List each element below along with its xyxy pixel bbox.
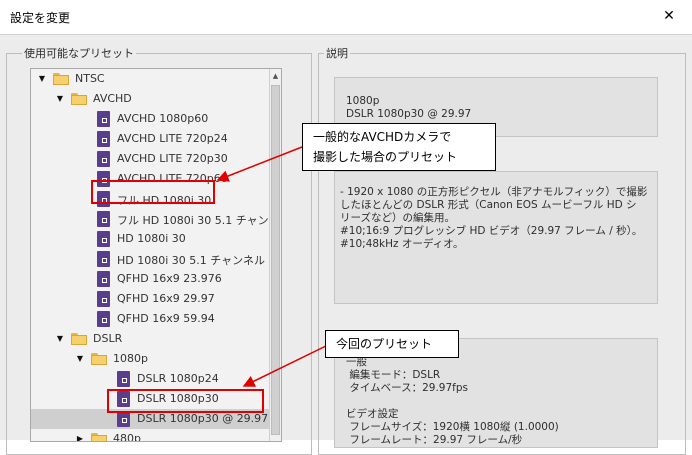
preset-icon bbox=[97, 231, 110, 247]
scroll-thumb[interactable] bbox=[271, 85, 280, 435]
title-bar: 設定を変更 ✕ bbox=[0, 0, 692, 35]
folder-icon bbox=[71, 93, 87, 105]
tree-item-label: DSLR 1080p30 @ 29.97 bbox=[137, 412, 269, 425]
preset-tree[interactable]: ▼ NTSC ▼ AVCHD AVCHD 1080p60 AVCHD LITE 720p2… bbox=[30, 68, 282, 442]
preset-icon bbox=[97, 131, 110, 147]
tree-item-label: AVCHD bbox=[93, 92, 132, 105]
preset-icon bbox=[97, 151, 110, 167]
tree-item-label: NTSC bbox=[75, 72, 105, 85]
tree-item-label: DSLR bbox=[93, 332, 123, 345]
tree-preset-row[interactable]: HD 1080i 30 5.1 チャンネル bbox=[31, 249, 269, 269]
description-group-label: 説明 bbox=[324, 45, 350, 61]
folder-icon bbox=[91, 433, 107, 441]
tree-preset-row[interactable]: AVCHD LITE 720p24 bbox=[31, 129, 269, 149]
preset-icon bbox=[97, 251, 110, 267]
preset-icon bbox=[117, 371, 130, 387]
tree-item-label: 480p bbox=[113, 432, 141, 442]
tree-item-label: HD 1080i 30 5.1 チャンネル bbox=[117, 254, 265, 267]
description-settings: 一般 編集モード：DSLR タイムベース：29.97fps ビデオ設定 フレーム… bbox=[346, 356, 559, 446]
tree-item-label: QFHD 16x9 29.97 bbox=[117, 292, 215, 305]
avchd-preset-callout: 一般的なAVCHDカメラで 撮影した場合のプリセット bbox=[302, 123, 496, 171]
tree-folder-row[interactable]: ▼ 1080p bbox=[31, 349, 269, 369]
tree-folder-row[interactable]: ▼ AVCHD bbox=[31, 89, 269, 109]
tree-item-label: AVCHD 1080p60 bbox=[117, 112, 209, 125]
expand-arrow-icon[interactable]: ▼ bbox=[55, 334, 65, 344]
tree-preset-row[interactable]: QFHD 16x9 29.97 bbox=[31, 289, 269, 309]
tree-preset-row[interactable]: AVCHD 1080p60 bbox=[31, 109, 269, 129]
preset-icon bbox=[97, 291, 110, 307]
tree-item-label: AVCHD LITE 720p24 bbox=[117, 132, 228, 145]
expand-arrow-icon[interactable]: ▼ bbox=[37, 74, 47, 84]
preset-icon bbox=[97, 271, 110, 287]
tree-preset-row[interactable]: フル HD 1080i 30 5.1 チャンネル bbox=[31, 209, 281, 229]
expand-arrow-icon[interactable]: ▼ bbox=[55, 94, 65, 104]
tree-item-label: QFHD 16x9 23.976 bbox=[117, 272, 222, 285]
close-icon[interactable]: ✕ bbox=[658, 5, 680, 27]
folder-icon bbox=[71, 333, 87, 345]
window-title: 設定を変更 bbox=[10, 11, 71, 25]
preset-icon bbox=[97, 211, 110, 227]
tree-item-label: HD 1080i 30 bbox=[117, 232, 186, 245]
preset-icon bbox=[97, 311, 110, 327]
description-summary: 1080p DSLR 1080p30 @ 29.97 bbox=[346, 95, 472, 120]
tree-folder-row[interactable]: ▼ NTSC bbox=[31, 69, 269, 89]
avchd-highlight-box bbox=[91, 180, 215, 204]
current-preset-callout: 今回のプリセット bbox=[325, 330, 459, 358]
description-details: - 1920 x 1080 の正方形ピクセル（非アナモルフィック）で撮影 したほ… bbox=[340, 186, 648, 250]
folder-icon bbox=[53, 73, 69, 85]
tree-item-label: QFHD 16x9 59.94 bbox=[117, 312, 215, 325]
tree-preset-row[interactable]: QFHD 16x9 23.976 bbox=[31, 269, 269, 289]
folder-icon bbox=[91, 353, 107, 365]
tree-item-label: 1080p bbox=[113, 352, 148, 365]
presets-group-label: 使用可能なプリセット bbox=[22, 45, 136, 61]
tree-item-label: DSLR 1080p24 bbox=[137, 372, 219, 385]
collapse-arrow-icon[interactable]: ▶ bbox=[75, 434, 85, 441]
tree-preset-row[interactable]: DSLR 1080p24 bbox=[31, 369, 269, 389]
tree-preset-row[interactable]: AVCHD LITE 720p30 bbox=[31, 149, 269, 169]
preset-icon bbox=[97, 111, 110, 127]
tree-folder-row[interactable]: ▶ 480p bbox=[31, 429, 269, 442]
tree-item-label: AVCHD LITE 720p30 bbox=[117, 152, 228, 165]
tree-preset-row[interactable]: HD 1080i 30 bbox=[31, 229, 269, 249]
tree-folder-row[interactable]: ▼ DSLR bbox=[31, 329, 269, 349]
current-highlight-box bbox=[107, 389, 264, 413]
expand-arrow-icon[interactable]: ▼ bbox=[75, 354, 85, 364]
scroll-up-icon[interactable]: ▲ bbox=[270, 69, 281, 83]
tree-scrollbar[interactable]: ▲ bbox=[269, 69, 281, 441]
tree-preset-row[interactable]: QFHD 16x9 59.94 bbox=[31, 309, 269, 329]
tree-item-label: フル HD 1080i 30 5.1 チャンネル bbox=[117, 214, 282, 227]
preset-icon bbox=[117, 411, 130, 427]
